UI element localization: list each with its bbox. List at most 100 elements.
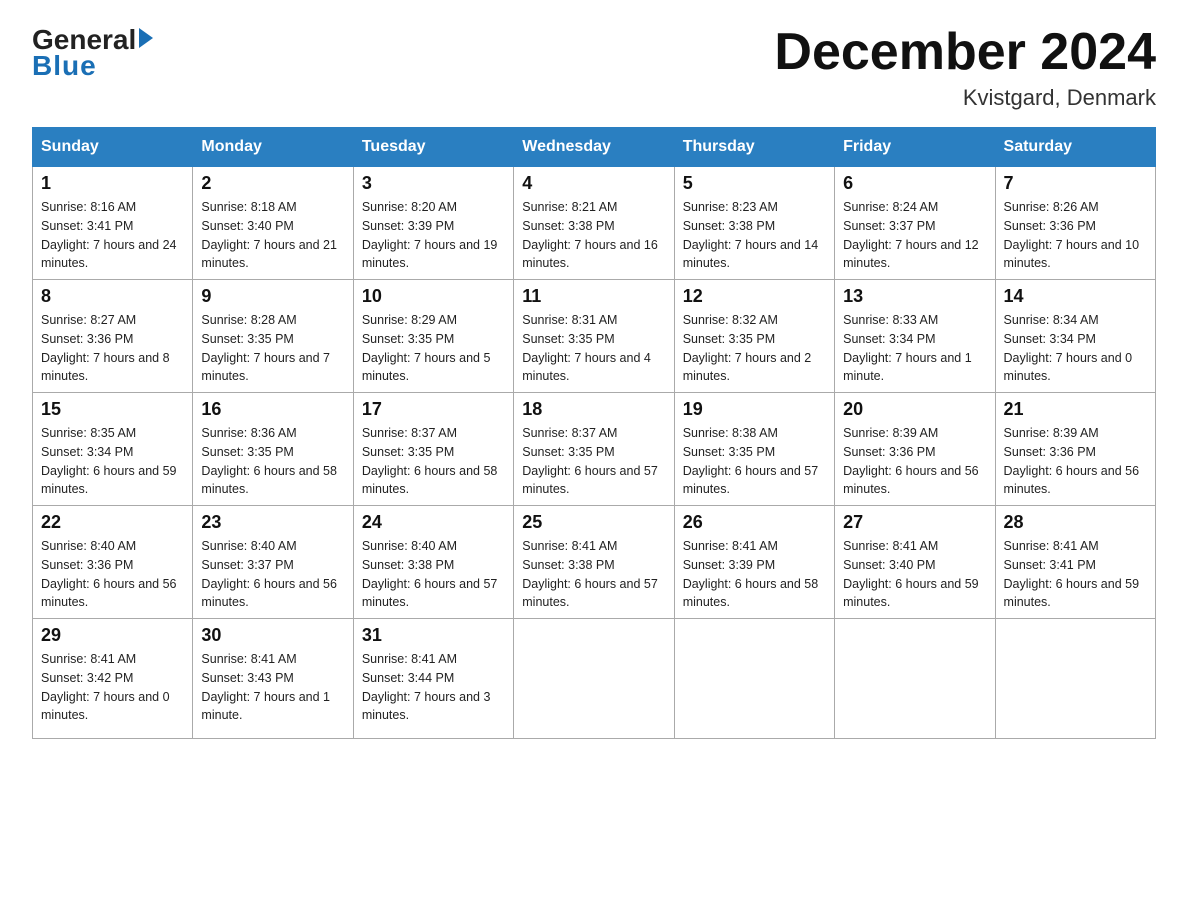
day-info: Sunrise: 8:37 AMSunset: 3:35 PMDaylight:… [522, 426, 658, 496]
calendar-week-2: 8 Sunrise: 8:27 AMSunset: 3:36 PMDayligh… [33, 280, 1156, 393]
table-row: 28 Sunrise: 8:41 AMSunset: 3:41 PMDaylig… [995, 506, 1155, 619]
day-info: Sunrise: 8:21 AMSunset: 3:38 PMDaylight:… [522, 200, 658, 270]
table-row: 20 Sunrise: 8:39 AMSunset: 3:36 PMDaylig… [835, 393, 995, 506]
day-info: Sunrise: 8:41 AMSunset: 3:38 PMDaylight:… [522, 539, 658, 609]
day-number: 5 [683, 173, 826, 194]
table-row: 13 Sunrise: 8:33 AMSunset: 3:34 PMDaylig… [835, 280, 995, 393]
calendar-week-4: 22 Sunrise: 8:40 AMSunset: 3:36 PMDaylig… [33, 506, 1156, 619]
table-row: 14 Sunrise: 8:34 AMSunset: 3:34 PMDaylig… [995, 280, 1155, 393]
calendar-table: Sunday Monday Tuesday Wednesday Thursday… [32, 127, 1156, 739]
location: Kvistgard, Denmark [774, 85, 1156, 111]
table-row: 22 Sunrise: 8:40 AMSunset: 3:36 PMDaylig… [33, 506, 193, 619]
title-area: December 2024 Kvistgard, Denmark [774, 24, 1156, 111]
col-thursday: Thursday [674, 128, 834, 167]
day-info: Sunrise: 8:40 AMSunset: 3:37 PMDaylight:… [201, 539, 337, 609]
table-row [674, 619, 834, 739]
day-number: 23 [201, 512, 344, 533]
logo-blue-text: Blue [32, 50, 97, 82]
day-number: 24 [362, 512, 505, 533]
day-info: Sunrise: 8:41 AMSunset: 3:40 PMDaylight:… [843, 539, 979, 609]
day-info: Sunrise: 8:29 AMSunset: 3:35 PMDaylight:… [362, 313, 491, 383]
day-number: 15 [41, 399, 184, 420]
day-number: 1 [41, 173, 184, 194]
day-info: Sunrise: 8:41 AMSunset: 3:39 PMDaylight:… [683, 539, 819, 609]
day-info: Sunrise: 8:24 AMSunset: 3:37 PMDaylight:… [843, 200, 979, 270]
table-row: 4 Sunrise: 8:21 AMSunset: 3:38 PMDayligh… [514, 167, 674, 280]
day-number: 18 [522, 399, 665, 420]
day-info: Sunrise: 8:32 AMSunset: 3:35 PMDaylight:… [683, 313, 812, 383]
table-row: 9 Sunrise: 8:28 AMSunset: 3:35 PMDayligh… [193, 280, 353, 393]
table-row: 16 Sunrise: 8:36 AMSunset: 3:35 PMDaylig… [193, 393, 353, 506]
calendar-week-5: 29 Sunrise: 8:41 AMSunset: 3:42 PMDaylig… [33, 619, 1156, 739]
table-row: 7 Sunrise: 8:26 AMSunset: 3:36 PMDayligh… [995, 167, 1155, 280]
day-info: Sunrise: 8:20 AMSunset: 3:39 PMDaylight:… [362, 200, 498, 270]
table-row: 29 Sunrise: 8:41 AMSunset: 3:42 PMDaylig… [33, 619, 193, 739]
table-row: 19 Sunrise: 8:38 AMSunset: 3:35 PMDaylig… [674, 393, 834, 506]
table-row: 8 Sunrise: 8:27 AMSunset: 3:36 PMDayligh… [33, 280, 193, 393]
day-number: 20 [843, 399, 986, 420]
day-number: 8 [41, 286, 184, 307]
day-info: Sunrise: 8:39 AMSunset: 3:36 PMDaylight:… [1004, 426, 1140, 496]
calendar-week-1: 1 Sunrise: 8:16 AMSunset: 3:41 PMDayligh… [33, 167, 1156, 280]
table-row: 24 Sunrise: 8:40 AMSunset: 3:38 PMDaylig… [353, 506, 513, 619]
table-row: 21 Sunrise: 8:39 AMSunset: 3:36 PMDaylig… [995, 393, 1155, 506]
table-row: 3 Sunrise: 8:20 AMSunset: 3:39 PMDayligh… [353, 167, 513, 280]
day-number: 4 [522, 173, 665, 194]
day-number: 29 [41, 625, 184, 646]
col-tuesday: Tuesday [353, 128, 513, 167]
day-number: 19 [683, 399, 826, 420]
day-info: Sunrise: 8:16 AMSunset: 3:41 PMDaylight:… [41, 200, 177, 270]
day-info: Sunrise: 8:41 AMSunset: 3:43 PMDaylight:… [201, 652, 330, 722]
table-row: 5 Sunrise: 8:23 AMSunset: 3:38 PMDayligh… [674, 167, 834, 280]
month-title: December 2024 [774, 24, 1156, 81]
day-number: 6 [843, 173, 986, 194]
day-number: 13 [843, 286, 986, 307]
day-info: Sunrise: 8:40 AMSunset: 3:38 PMDaylight:… [362, 539, 498, 609]
table-row: 12 Sunrise: 8:32 AMSunset: 3:35 PMDaylig… [674, 280, 834, 393]
col-wednesday: Wednesday [514, 128, 674, 167]
col-friday: Friday [835, 128, 995, 167]
col-sunday: Sunday [33, 128, 193, 167]
day-info: Sunrise: 8:41 AMSunset: 3:44 PMDaylight:… [362, 652, 491, 722]
table-row: 26 Sunrise: 8:41 AMSunset: 3:39 PMDaylig… [674, 506, 834, 619]
logo: General Blue [32, 24, 153, 82]
day-info: Sunrise: 8:37 AMSunset: 3:35 PMDaylight:… [362, 426, 498, 496]
day-number: 26 [683, 512, 826, 533]
table-row: 23 Sunrise: 8:40 AMSunset: 3:37 PMDaylig… [193, 506, 353, 619]
day-number: 3 [362, 173, 505, 194]
day-info: Sunrise: 8:18 AMSunset: 3:40 PMDaylight:… [201, 200, 337, 270]
logo-triangle-icon [139, 28, 153, 48]
calendar-week-3: 15 Sunrise: 8:35 AMSunset: 3:34 PMDaylig… [33, 393, 1156, 506]
header: General Blue December 2024 Kvistgard, De… [32, 24, 1156, 111]
table-row [835, 619, 995, 739]
day-info: Sunrise: 8:26 AMSunset: 3:36 PMDaylight:… [1004, 200, 1140, 270]
day-number: 22 [41, 512, 184, 533]
day-info: Sunrise: 8:41 AMSunset: 3:41 PMDaylight:… [1004, 539, 1140, 609]
day-info: Sunrise: 8:40 AMSunset: 3:36 PMDaylight:… [41, 539, 177, 609]
day-info: Sunrise: 8:28 AMSunset: 3:35 PMDaylight:… [201, 313, 330, 383]
table-row [514, 619, 674, 739]
day-number: 9 [201, 286, 344, 307]
day-number: 14 [1004, 286, 1147, 307]
day-info: Sunrise: 8:39 AMSunset: 3:36 PMDaylight:… [843, 426, 979, 496]
day-number: 11 [522, 286, 665, 307]
day-number: 7 [1004, 173, 1147, 194]
day-number: 30 [201, 625, 344, 646]
table-row: 18 Sunrise: 8:37 AMSunset: 3:35 PMDaylig… [514, 393, 674, 506]
table-row [995, 619, 1155, 739]
table-row: 30 Sunrise: 8:41 AMSunset: 3:43 PMDaylig… [193, 619, 353, 739]
col-monday: Monday [193, 128, 353, 167]
table-row: 17 Sunrise: 8:37 AMSunset: 3:35 PMDaylig… [353, 393, 513, 506]
day-info: Sunrise: 8:38 AMSunset: 3:35 PMDaylight:… [683, 426, 819, 496]
day-info: Sunrise: 8:31 AMSunset: 3:35 PMDaylight:… [522, 313, 651, 383]
calendar-header-row: Sunday Monday Tuesday Wednesday Thursday… [33, 128, 1156, 167]
day-number: 25 [522, 512, 665, 533]
table-row: 1 Sunrise: 8:16 AMSunset: 3:41 PMDayligh… [33, 167, 193, 280]
day-number: 10 [362, 286, 505, 307]
table-row: 2 Sunrise: 8:18 AMSunset: 3:40 PMDayligh… [193, 167, 353, 280]
day-number: 27 [843, 512, 986, 533]
day-number: 12 [683, 286, 826, 307]
table-row: 31 Sunrise: 8:41 AMSunset: 3:44 PMDaylig… [353, 619, 513, 739]
day-info: Sunrise: 8:36 AMSunset: 3:35 PMDaylight:… [201, 426, 337, 496]
day-info: Sunrise: 8:27 AMSunset: 3:36 PMDaylight:… [41, 313, 170, 383]
